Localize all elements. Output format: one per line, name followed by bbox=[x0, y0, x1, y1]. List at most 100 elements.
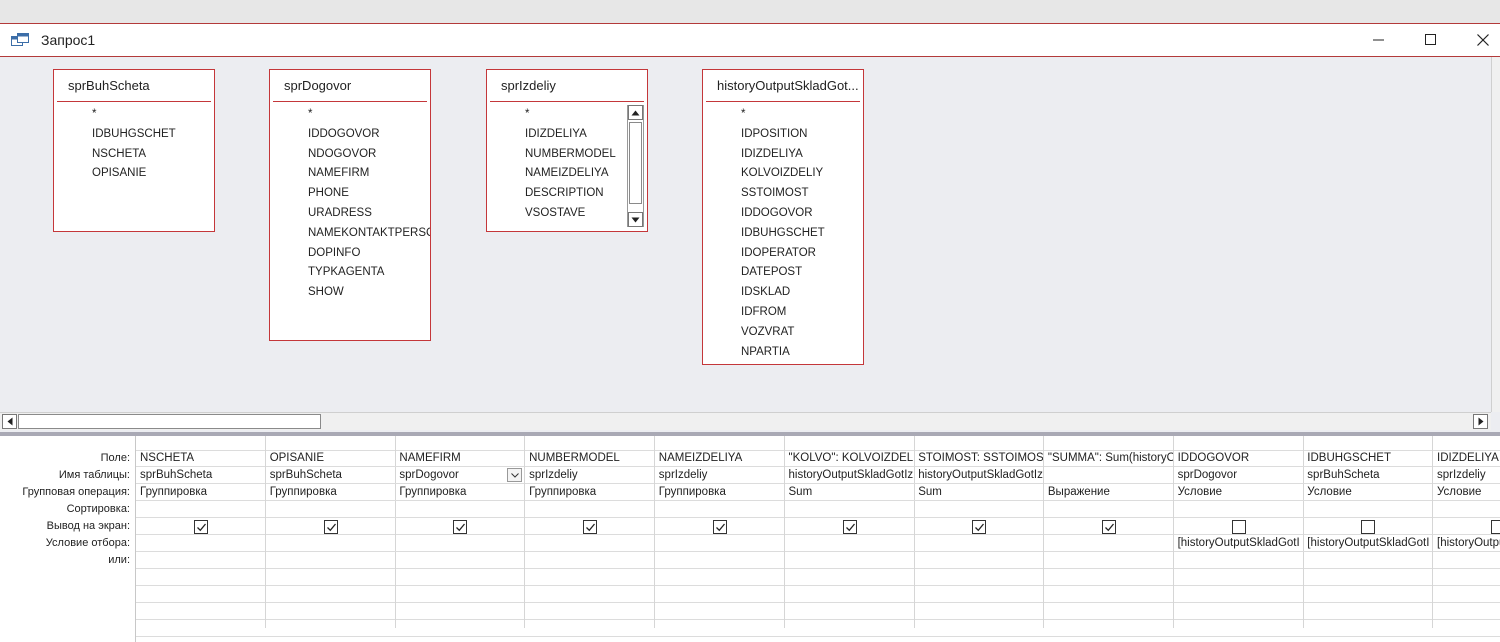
sort-cell[interactable] bbox=[914, 501, 1044, 518]
table-cell[interactable] bbox=[1043, 467, 1173, 484]
field-item[interactable]: OPISANIE bbox=[54, 164, 214, 184]
scroll-left-button[interactable] bbox=[2, 414, 17, 429]
table-box-sprBuhScheta[interactable]: sprBuhScheta * IDBUHGSCHET NSCHETA OPISA… bbox=[53, 69, 215, 232]
sort-cell[interactable] bbox=[784, 501, 914, 518]
table-cell[interactable]: historyOutputSkladGotIz bbox=[914, 467, 1044, 484]
total-cell[interactable]: Выражение bbox=[1043, 484, 1173, 501]
criteria-cell[interactable] bbox=[136, 535, 265, 552]
show-checkbox[interactable] bbox=[1101, 520, 1116, 534]
table-cell[interactable]: sprBuhScheta bbox=[136, 467, 265, 484]
criteria-cell[interactable] bbox=[1043, 535, 1173, 552]
criteria-cell[interactable] bbox=[914, 535, 1044, 552]
dropdown-button[interactable] bbox=[507, 468, 523, 482]
criteria-cell[interactable] bbox=[525, 535, 655, 552]
table-design-area[interactable]: sprBuhScheta * IDBUHGSCHET NSCHETA OPISA… bbox=[0, 57, 1500, 434]
scroll-up-button[interactable] bbox=[628, 105, 643, 120]
show-checkbox[interactable] bbox=[712, 520, 727, 534]
field-item[interactable]: KOLVOIZDELIY bbox=[703, 164, 863, 184]
show-checkbox[interactable] bbox=[972, 520, 987, 534]
field-cell[interactable]: STOIMOST: SSTOIMOST bbox=[914, 450, 1044, 467]
grid-column[interactable]: OPISANIE sprBuhScheta Группировка bbox=[265, 436, 396, 628]
sort-cell[interactable] bbox=[136, 501, 265, 518]
field-item[interactable]: NPARTIA bbox=[703, 343, 863, 363]
field-item[interactable]: IDDOGOVOR bbox=[270, 125, 430, 145]
sort-cell[interactable] bbox=[395, 501, 525, 518]
sort-cell[interactable] bbox=[1173, 501, 1303, 518]
show-checkbox[interactable] bbox=[323, 520, 338, 534]
field-item[interactable]: VOZVRAT bbox=[703, 323, 863, 343]
field-item[interactable]: * bbox=[487, 105, 627, 125]
field-cell[interactable]: IDDOGOVOR bbox=[1173, 450, 1303, 467]
field-item[interactable]: PHONE bbox=[270, 184, 430, 204]
field-item[interactable]: VSOSTAVE bbox=[487, 204, 627, 224]
grid-column[interactable]: IDDOGOVOR sprDogovor Условие [historyOutput… bbox=[1173, 436, 1304, 628]
table-cell[interactable]: sprBuhScheta bbox=[1303, 467, 1433, 484]
field-item[interactable]: IDBUHGSCHET bbox=[703, 224, 863, 244]
field-item[interactable]: TYPKAGENTA bbox=[270, 263, 430, 283]
field-item[interactable]: IDSKLAD bbox=[703, 283, 863, 303]
table-box-sprDogovor[interactable]: sprDogovor * IDDOGOVOR NDOGOVOR NAMEFIRM… bbox=[269, 69, 431, 341]
sort-cell[interactable] bbox=[1303, 501, 1433, 518]
field-item[interactable]: NAMEIZDELIYA bbox=[487, 164, 627, 184]
scroll-right-button[interactable] bbox=[1473, 414, 1488, 429]
design-horizontal-scrollbar[interactable] bbox=[0, 412, 1491, 430]
query-grid-columns[interactable]: NSCHETA sprBuhScheta Группировка OPISANIE sp… bbox=[136, 436, 1500, 642]
total-cell[interactable]: Группировка bbox=[395, 484, 525, 501]
field-cell[interactable]: "SUMMA": Sum(historyO bbox=[1043, 450, 1173, 467]
close-button[interactable] bbox=[1457, 24, 1500, 56]
table-cell[interactable]: sprDogovor bbox=[1173, 467, 1303, 484]
total-cell[interactable]: Группировка bbox=[136, 484, 265, 501]
field-item[interactable]: IDIZDELIYA bbox=[487, 125, 627, 145]
field-item[interactable]: NAMEFIRM bbox=[270, 164, 430, 184]
total-cell[interactable]: Условие bbox=[1303, 484, 1433, 501]
criteria-cell[interactable]: [historyOutpu bbox=[1433, 535, 1500, 552]
grid-column[interactable]: NAMEFIRM sprDogovor Группировка bbox=[395, 436, 526, 628]
show-checkbox[interactable] bbox=[1231, 520, 1246, 534]
criteria-cell[interactable] bbox=[395, 535, 525, 552]
field-item[interactable]: IDDOGOVOR bbox=[703, 204, 863, 224]
field-cell[interactable]: IDBUHGSCHET bbox=[1303, 450, 1433, 467]
table-title[interactable]: sprIzdeliy bbox=[490, 70, 644, 102]
grid-column[interactable]: NAMEIZDELIYA sprIzdeliy Группировка bbox=[654, 436, 785, 628]
field-cell[interactable]: "KOLVO": KOLVOIZDELIY bbox=[784, 450, 914, 467]
scroll-thumb[interactable] bbox=[629, 122, 642, 204]
total-cell[interactable]: Условие bbox=[1433, 484, 1500, 501]
table-cell[interactable]: sprBuhScheta bbox=[265, 467, 395, 484]
grid-column[interactable]: "SUMMA": Sum(historyO Выражение bbox=[1043, 436, 1174, 628]
field-item[interactable]: DATEPOST bbox=[703, 263, 863, 283]
table-title[interactable]: sprBuhScheta bbox=[57, 70, 211, 102]
field-item[interactable]: DOPINFO bbox=[270, 244, 430, 264]
design-vertical-scrollbar[interactable] bbox=[1491, 57, 1500, 412]
criteria-cell[interactable]: [historyOutputSkladGotI bbox=[1303, 535, 1433, 552]
field-item[interactable]: DESCRIPTION bbox=[487, 184, 627, 204]
total-cell[interactable]: Sum bbox=[784, 484, 914, 501]
table-cell[interactable]: historyOutputSkladGotIz bbox=[784, 467, 914, 484]
show-checkbox[interactable] bbox=[1491, 520, 1500, 534]
grid-column[interactable]: STOIMOST: SSTOIMOST historyOutputSkladGot… bbox=[914, 436, 1045, 628]
sort-cell[interactable] bbox=[654, 501, 784, 518]
maximize-button[interactable] bbox=[1405, 24, 1457, 56]
table-cell[interactable]: sprIzdeliy bbox=[525, 467, 655, 484]
field-item[interactable]: IDPOSITION bbox=[703, 125, 863, 145]
field-item[interactable]: * bbox=[703, 105, 863, 125]
show-checkbox[interactable] bbox=[453, 520, 468, 534]
show-checkbox[interactable] bbox=[583, 520, 598, 534]
sort-cell[interactable] bbox=[525, 501, 655, 518]
field-item[interactable]: SHOW bbox=[270, 283, 430, 303]
scroll-down-button[interactable] bbox=[628, 212, 643, 227]
field-cell[interactable]: NSCHETA bbox=[136, 450, 265, 467]
total-cell[interactable]: Группировка bbox=[654, 484, 784, 501]
grid-column[interactable]: NUMBERMODEL sprIzdeliy Группировка bbox=[525, 436, 656, 628]
sort-cell[interactable] bbox=[265, 501, 395, 518]
grid-column[interactable]: IDBUHGSCHET sprBuhScheta Условие [historyOu… bbox=[1303, 436, 1434, 628]
scroll-thumb[interactable] bbox=[18, 414, 321, 429]
field-item[interactable]: * bbox=[270, 105, 430, 125]
field-item[interactable]: NAMEKONTAKTPERSC bbox=[270, 224, 430, 244]
total-cell[interactable]: Условие bbox=[1173, 484, 1303, 501]
sort-cell[interactable] bbox=[1043, 501, 1173, 518]
field-item[interactable]: IDFROM bbox=[703, 303, 863, 323]
field-item[interactable]: NSCHETA bbox=[54, 145, 214, 165]
field-item[interactable]: IDIZDELIYA bbox=[703, 145, 863, 165]
table-cell[interactable]: sprIzdeliy bbox=[1433, 467, 1500, 484]
sort-cell[interactable] bbox=[1433, 501, 1500, 518]
